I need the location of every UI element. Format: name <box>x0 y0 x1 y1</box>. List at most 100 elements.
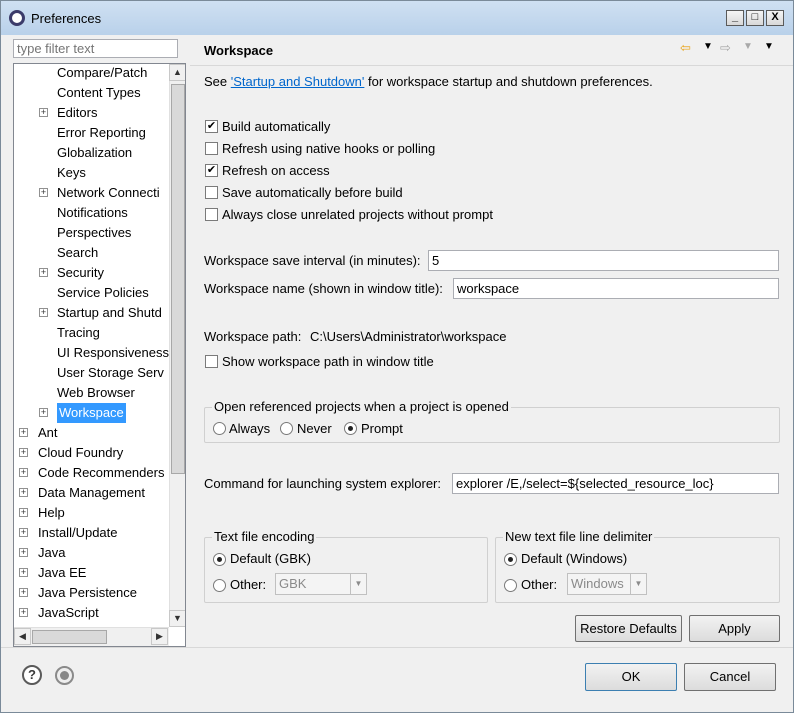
startup-shutdown-link[interactable]: 'Startup and Shutdown' <box>231 74 365 89</box>
chevron-down-icon[interactable]: ▼ <box>350 574 366 594</box>
save-interval-input[interactable] <box>428 250 779 271</box>
expand-plus-icon[interactable]: + <box>19 428 28 437</box>
forward-history-dropdown-icon[interactable]: ▼ <box>743 41 753 52</box>
tree-item[interactable]: + Install/Update <box>14 523 169 543</box>
scroll-down-icon[interactable]: ▼ <box>169 610 185 627</box>
tree-item[interactable]: + Startup and Shutd <box>14 303 169 323</box>
expand-plus-icon[interactable]: + <box>19 608 28 617</box>
delimiter-combo-value: Windows <box>571 576 624 591</box>
delimiter-combo[interactable]: Windows ▼ <box>567 573 647 595</box>
tree-item[interactable]: Error Reporting <box>14 123 169 143</box>
ok-button[interactable]: OK <box>585 663 677 691</box>
back-history-dropdown-icon[interactable]: ▼ <box>703 41 713 52</box>
tree-item[interactable]: Notifications <box>14 203 169 223</box>
tree-item[interactable]: UI Responsiveness <box>14 343 169 363</box>
cancel-button[interactable]: Cancel <box>684 663 776 691</box>
option-checkbox[interactable] <box>205 142 218 155</box>
minimize-button[interactable]: _ <box>726 10 744 26</box>
delimiter-other-radio[interactable] <box>504 579 517 592</box>
expand-plus-icon[interactable]: + <box>19 548 28 557</box>
maximize-button[interactable]: □ <box>746 10 764 26</box>
tree-horizontal-scrollbar[interactable]: ◀ ▶ <box>14 627 169 646</box>
tree-item[interactable]: Keys <box>14 163 169 183</box>
chevron-down-icon[interactable]: ▼ <box>630 574 646 594</box>
tree-item[interactable]: Content Types <box>14 83 169 103</box>
expand-plus-icon[interactable]: + <box>19 468 28 477</box>
expand-plus-icon[interactable]: + <box>39 188 48 197</box>
tree-item[interactable]: + Data Management <box>14 483 169 503</box>
expand-plus-icon[interactable]: + <box>39 308 48 317</box>
view-menu-icon[interactable]: ▼ <box>764 41 774 52</box>
forward-arrow-icon[interactable]: ⇨ <box>720 40 731 56</box>
option-checkbox[interactable]: ✔ <box>205 164 218 177</box>
tree-item[interactable]: + Help <box>14 503 169 523</box>
help-icon[interactable]: ? <box>22 665 42 685</box>
expand-plus-icon[interactable]: + <box>39 268 48 277</box>
show-path-checkbox[interactable] <box>205 355 218 368</box>
vertical-scroll-thumb[interactable] <box>171 84 185 474</box>
tree-item[interactable]: Web Browser <box>14 383 169 403</box>
expand-plus-icon[interactable]: + <box>19 588 28 597</box>
tree-item[interactable]: Tracing <box>14 323 169 343</box>
option-checkbox[interactable] <box>205 208 218 221</box>
tree-item[interactable]: + Code Recommenders <box>14 463 169 483</box>
radio-never[interactable] <box>280 422 293 435</box>
tree-item[interactable]: + Editors <box>14 103 169 123</box>
option-checkbox-label: Refresh on access <box>222 163 330 178</box>
radio-prompt[interactable] <box>344 422 357 435</box>
import-export-icon[interactable] <box>55 666 74 685</box>
tree-item[interactable]: + Ant <box>14 423 169 443</box>
command-input[interactable] <box>452 473 779 494</box>
apply-button[interactable]: Apply <box>689 615 780 642</box>
encoding-other-radio[interactable] <box>213 579 226 592</box>
expand-plus-icon[interactable]: + <box>19 488 28 497</box>
tree-item[interactable]: Perspectives <box>14 223 169 243</box>
filter-input[interactable] <box>13 39 178 58</box>
workspace-name-input[interactable] <box>453 278 779 299</box>
delimiter-default-radio[interactable] <box>504 553 517 566</box>
expand-plus-icon[interactable]: + <box>19 528 28 537</box>
tree-item[interactable]: Search <box>14 243 169 263</box>
tree-item[interactable]: + Java EE <box>14 563 169 583</box>
option-checkbox[interactable] <box>205 186 218 199</box>
tree-item[interactable]: + Security <box>14 263 169 283</box>
title-bar[interactable]: Preferences _ □ X <box>1 1 793 35</box>
expand-plus-icon[interactable]: + <box>19 508 28 517</box>
encoding-default-radio[interactable] <box>213 553 226 566</box>
tree-item[interactable]: + Network Connecti <box>14 183 169 203</box>
radio-always[interactable] <box>213 422 226 435</box>
encoding-default-label: Default (GBK) <box>230 551 311 566</box>
encoding-combo[interactable]: GBK ▼ <box>275 573 367 595</box>
expand-plus-icon[interactable]: + <box>19 448 28 457</box>
expand-plus-icon[interactable]: + <box>39 408 48 417</box>
tree-item[interactable]: Service Policies <box>14 283 169 303</box>
expand-plus-icon[interactable]: + <box>39 108 48 117</box>
expand-plus-icon[interactable]: + <box>19 568 28 577</box>
tree-item[interactable]: Compare/Patch <box>14 64 169 83</box>
delimiter-other-label: Other: <box>521 577 558 592</box>
intro-suffix: for workspace startup and shutdown prefe… <box>364 74 653 89</box>
tree-item-label: Service Policies <box>57 285 149 300</box>
tree-item[interactable]: + Java <box>14 543 169 563</box>
tree-item-label: Notifications <box>57 205 128 220</box>
tree-item-label: Java <box>38 545 66 560</box>
preference-page: Workspace ⇦ ▼ ⇨ ▼ ▼ See 'Startup and Shu… <box>190 35 793 647</box>
tree-item-label: Workspace <box>57 403 126 423</box>
tree-item[interactable]: Globalization <box>14 143 169 163</box>
restore-defaults-button[interactable]: Restore Defaults <box>575 615 682 642</box>
option-checkbox[interactable]: ✔ <box>205 120 218 133</box>
back-arrow-icon[interactable]: ⇦ <box>680 40 691 56</box>
tree-item[interactable]: + JavaScript <box>14 603 169 623</box>
tree-item[interactable]: User Storage Serv <box>14 363 169 383</box>
tree-vertical-scrollbar[interactable]: ▲ ▼ <box>169 64 185 627</box>
close-button[interactable]: X <box>766 10 784 26</box>
radio-prompt-label: Prompt <box>361 421 403 436</box>
horizontal-scroll-thumb[interactable] <box>32 630 107 644</box>
tree-item[interactable]: + Cloud Foundry <box>14 443 169 463</box>
tree-item[interactable]: + Workspace <box>14 403 169 423</box>
scroll-left-icon[interactable]: ◀ <box>14 628 31 645</box>
scroll-up-icon[interactable]: ▲ <box>169 64 185 81</box>
intro-prefix: See <box>204 74 231 89</box>
tree-item[interactable]: + Java Persistence <box>14 583 169 603</box>
scroll-right-icon[interactable]: ▶ <box>151 628 168 645</box>
